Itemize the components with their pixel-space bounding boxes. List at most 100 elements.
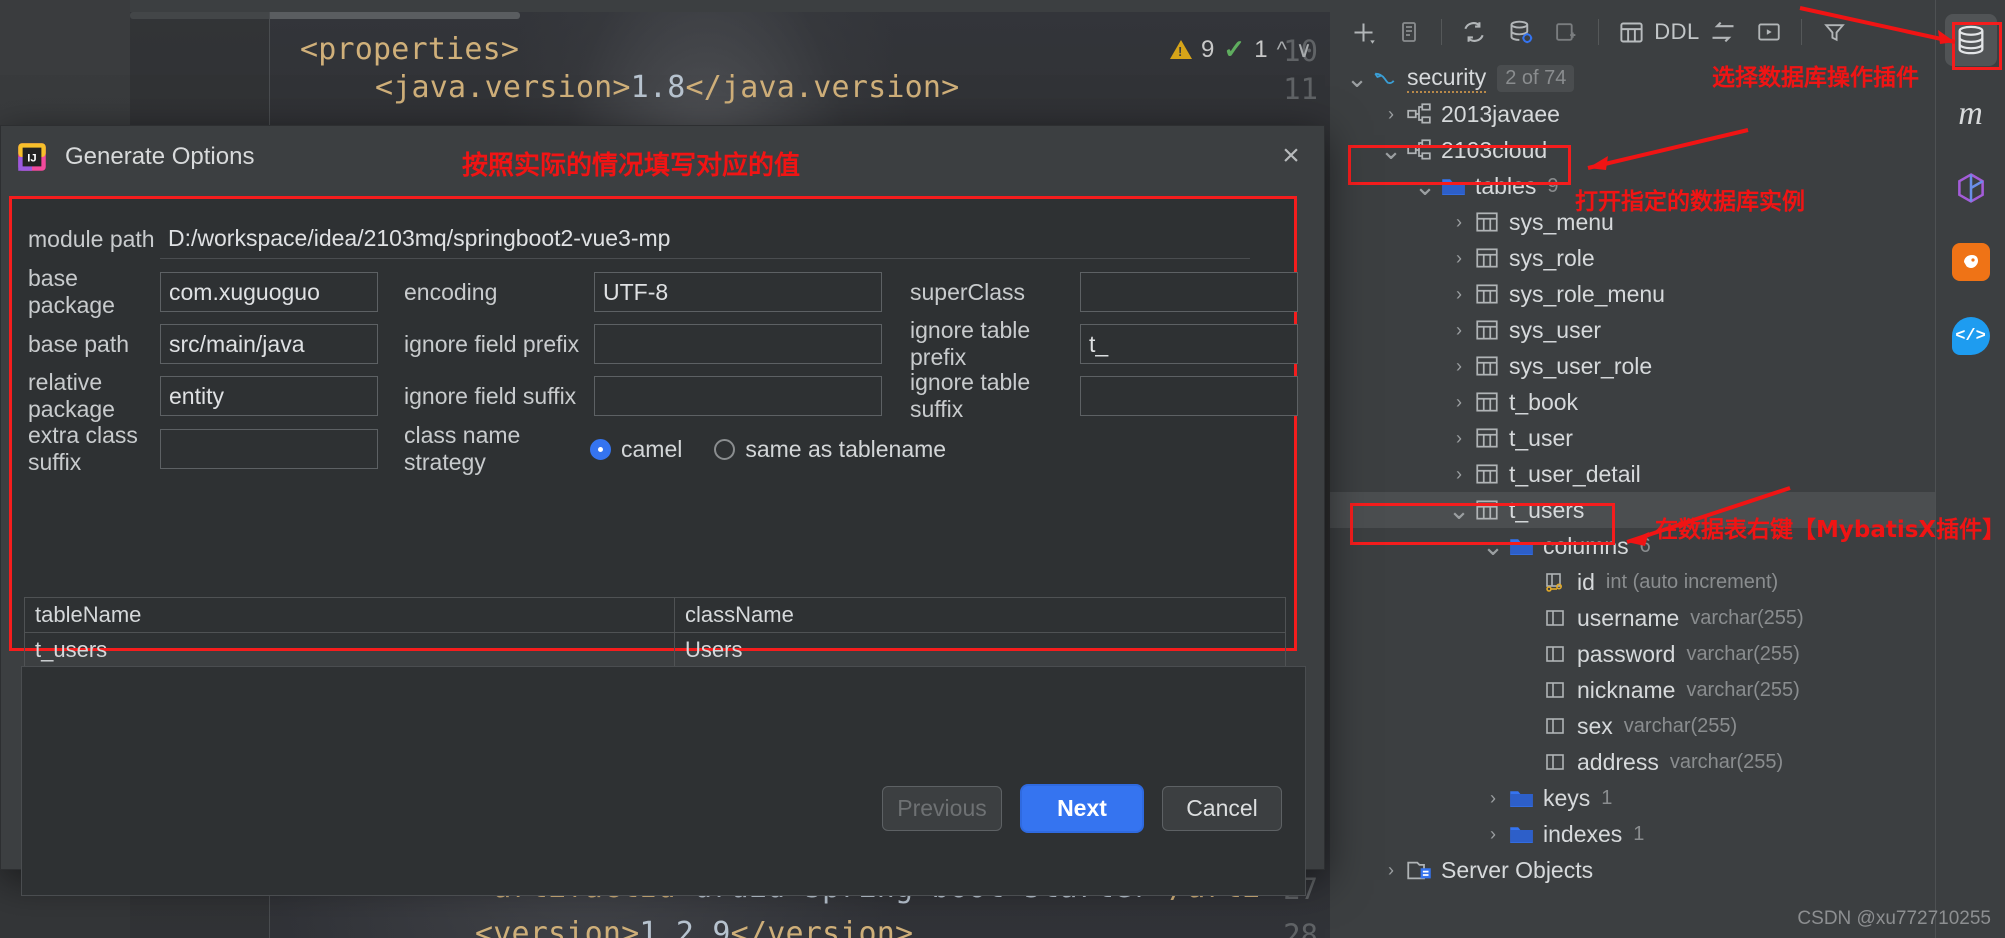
add-icon[interactable] [1342,12,1384,52]
database-settings-icon[interactable] [1499,12,1541,52]
encoding-input[interactable] [594,272,882,312]
gradle-tool-icon[interactable] [1945,162,1997,214]
tree-node-nickname[interactable]: nickname varchar(255) [1330,672,1935,708]
tree-node-label: t_user [1509,424,1573,451]
table-mapping-grid[interactable]: tableName className t_users Users [24,597,1286,667]
column-header-tablename[interactable]: tableName [25,598,675,632]
encoding-label: encoding [404,278,498,305]
chevron-right-icon[interactable]: › [1446,248,1472,269]
relative-package-input[interactable] [160,376,378,416]
column-icon [1540,714,1570,738]
radio-camel-indicator[interactable] [590,438,611,460]
generate-options-dialog: IJ Generate Options × module path base p… [0,125,1325,896]
cancel-button[interactable]: Cancel [1162,786,1282,831]
watermark: CSDN @xu772710255 [1797,908,1991,929]
column-icon [1540,750,1570,774]
chevron-right-icon[interactable]: › [1378,860,1404,881]
chevron-right-icon[interactable]: › [1446,212,1472,233]
annotation-select-plugin: 选择数据库操作插件 [1712,65,1919,91]
code-line: <java.version>1.8</java.version> [375,70,960,105]
chevron-right-icon[interactable]: › [1480,788,1506,809]
table-editor-icon[interactable] [1610,12,1652,52]
base-path-label: base path [28,330,130,357]
new-query-console-icon[interactable] [1545,12,1587,52]
table-row[interactable]: t_users Users [24,632,1286,667]
ok-count: 1 [1254,35,1268,63]
tree-node-t-book[interactable]: › t_book [1330,384,1935,420]
chevron-down-icon[interactable]: ∨ [1296,37,1312,63]
ignore-field-suffix-label: ignore field suffix [404,382,577,409]
table-icon [1472,281,1502,307]
chevron-right-icon[interactable]: › [1446,428,1472,449]
tree-node-username[interactable]: username varchar(255) [1330,600,1935,636]
mybatisx-tool-icon[interactable] [1945,236,1997,288]
ignore-table-prefix-label: ignore table prefix [910,317,1031,370]
module-path-input[interactable] [160,219,1250,259]
previous-button[interactable]: Previous [882,786,1002,831]
base-package-input[interactable] [160,272,378,312]
refresh-icon[interactable] [1453,12,1495,52]
ignore-table-prefix-input[interactable] [1080,324,1298,364]
table-icon [1472,461,1502,487]
ignore-field-prefix-input[interactable] [594,324,882,364]
radio-camel[interactable]: camel [590,436,682,463]
chevron-right-icon[interactable]: › [1446,320,1472,341]
intellij-idea-icon: IJ [17,142,47,172]
options-form: module path base package encoding superC… [12,199,1298,667]
jump-to-editor-icon[interactable] [1702,12,1744,52]
tree-node-indexes[interactable]: › indexes 1 [1330,816,1935,852]
run-console-icon[interactable] [1748,12,1790,52]
right-tool-rail: m </> [1935,0,2005,938]
tree-node-sys-role-menu[interactable]: › sys_role_menu [1330,276,1935,312]
tree-node-password[interactable]: password varchar(255) [1330,636,1935,672]
super-class-input[interactable] [1080,272,1298,312]
base-package-label: base package [28,265,115,318]
radio-same-as-tablename-label: same as tablename [745,435,947,462]
chevron-right-icon[interactable]: › [1378,104,1404,125]
close-icon[interactable]: × [1276,141,1306,172]
ignore-table-suffix-label: ignore table suffix [910,369,1031,422]
maven-tool-icon[interactable]: m [1945,88,1997,140]
chevron-right-icon[interactable]: › [1446,392,1472,413]
extra-class-suffix-input[interactable] [160,429,378,469]
ddl-icon[interactable]: DDL [1654,12,1699,52]
radio-same-as-tablename-indicator[interactable] [714,438,736,460]
table-icon [1472,245,1502,271]
tree-node-label: sys_role_menu [1509,280,1665,307]
form-row-base-package: base package encoding superClass [28,265,1298,318]
tree-node-label: id [1577,568,1595,595]
inspection-widget[interactable]: 9 ✓ 1 ^ ∨ [1170,34,1312,65]
tree-node-sys-user-role[interactable]: › sys_user_role [1330,348,1935,384]
table-icon [1472,425,1502,451]
tree-node-id[interactable]: id int (auto increment) [1330,564,1935,600]
tree-node-sys-role[interactable]: › sys_role [1330,240,1935,276]
chevron-down-icon[interactable]: ⌄ [1344,65,1370,91]
tree-node-keys[interactable]: › keys 1 [1330,780,1935,816]
code-tool-icon[interactable]: </> [1945,310,1997,362]
schema-icon [1404,101,1434,127]
column-header-classname[interactable]: className [675,598,1285,632]
chevron-right-icon[interactable]: › [1480,824,1506,845]
tree-node-label: security [1407,64,1487,93]
dialog-empty-area [21,666,1306,896]
chevron-right-icon[interactable]: › [1446,464,1472,485]
chevron-up-icon[interactable]: ^ [1277,37,1287,63]
ignore-field-suffix-input[interactable] [594,376,882,416]
ignore-field-prefix-label: ignore field prefix [404,330,580,357]
highlight-box-t-users [1350,503,1615,545]
next-button[interactable]: Next [1022,786,1142,831]
tree-node-address[interactable]: address varchar(255) [1330,744,1935,780]
cell-classname[interactable]: Users [675,633,1285,666]
tree-node-sex[interactable]: sex varchar(255) [1330,708,1935,744]
base-path-input[interactable] [160,324,378,364]
tree-node-t-user[interactable]: › t_user [1330,420,1935,456]
cell-tablename[interactable]: t_users [25,633,675,666]
tree-node-sys-user[interactable]: › sys_user [1330,312,1935,348]
tree-node-label: address [1577,748,1659,775]
radio-same-as-tablename[interactable]: same as tablename [714,436,946,463]
copy-icon[interactable] [1388,12,1430,52]
chevron-right-icon[interactable]: › [1446,356,1472,377]
chevron-right-icon[interactable]: › [1446,284,1472,305]
tree-node-server-objects[interactable]: › Server Objects [1330,852,1935,888]
ignore-table-suffix-input[interactable] [1080,376,1298,416]
